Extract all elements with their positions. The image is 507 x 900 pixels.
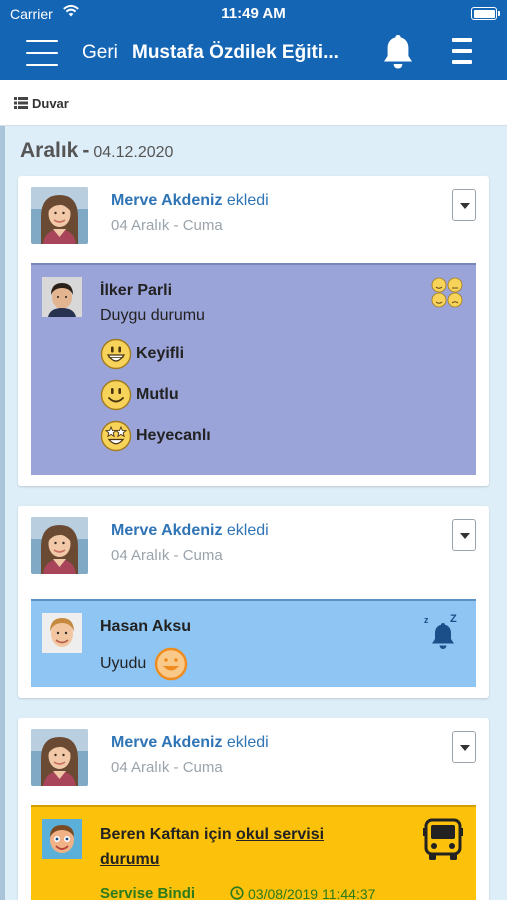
- clock: 11:49 AM: [221, 5, 286, 22]
- mood-label: Heyecanlı: [136, 427, 211, 444]
- post-date: 04 Aralık - Cuma: [111, 759, 223, 776]
- post-card: Merve Akdeniz ekledi 04 Aralık - Cuma İl…: [18, 176, 489, 486]
- grin-face-icon: [100, 338, 132, 370]
- more-options-icon[interactable]: [452, 38, 472, 68]
- side-rail: [0, 126, 5, 900]
- menu-icon[interactable]: [26, 40, 58, 66]
- moods-icon: [431, 277, 463, 308]
- teacher-avatar: [31, 729, 88, 786]
- author-name[interactable]: Merve Akdeniz: [111, 192, 222, 209]
- post-action: ekledi: [226, 734, 269, 751]
- post-options-dropdown[interactable]: [452, 731, 476, 763]
- notification-bell-icon[interactable]: [381, 32, 415, 72]
- status-bar: Carrier 11:49 AM: [0, 0, 507, 28]
- date-separator: -: [82, 139, 90, 162]
- teacher-avatar: [31, 517, 88, 574]
- sleep-panel: Hasan Aksu Uyudu z Z: [31, 599, 476, 687]
- child-avatar: [42, 277, 82, 317]
- sleep-bell-icon: z Z: [424, 613, 457, 649]
- bus-timestamp: 03/08/2019 11:44:37: [248, 886, 376, 900]
- mood-label: Mutlu: [136, 386, 179, 403]
- svg-text:Z: Z: [450, 613, 457, 625]
- page-title: Mustafa Özdilek Eğiti...: [132, 42, 339, 63]
- post-card: Merve Akdeniz ekledi 04 Aralık - Cuma Ha…: [18, 506, 489, 698]
- top-nav-bar: Geri Mustafa Özdilek Eğiti...: [0, 28, 507, 80]
- author-name[interactable]: Merve Akdeniz: [111, 734, 222, 751]
- post-options-dropdown[interactable]: [452, 189, 476, 221]
- clock-icon: [230, 886, 244, 900]
- post-date: 04 Aralık - Cuma: [111, 217, 223, 234]
- month-label: Aralık: [20, 139, 79, 162]
- svg-text:z: z: [424, 615, 429, 625]
- child-name: Hasan Aksu: [100, 618, 191, 635]
- teacher-avatar: [31, 187, 88, 244]
- child-name: İlker Parli: [100, 282, 173, 299]
- child-name: Beren Kaftan için: [100, 826, 232, 843]
- wall-tab[interactable]: Duvar: [32, 96, 69, 111]
- back-button[interactable]: Geri: [82, 42, 118, 64]
- bus-status-heading: Beren Kaftan için okul servisi durumu: [100, 822, 370, 872]
- mood-label: Keyifli: [136, 345, 185, 362]
- mood-panel: İlker Parli Duygu durumu Keyifli Mutlu H…: [31, 263, 476, 475]
- bus-status-text: Servise Bindi: [100, 885, 196, 900]
- post-action: ekledi: [226, 192, 269, 209]
- smile-face-icon: [100, 379, 132, 411]
- author-name[interactable]: Merve Akdeniz: [111, 522, 222, 539]
- panel-subtitle: Duygu durumu: [100, 307, 205, 324]
- post-author-line: Merve Akdeniz ekledi: [111, 734, 269, 752]
- post-action: ekledi: [226, 522, 269, 539]
- date-section-header: Aralık -04.12.2020: [20, 139, 173, 163]
- star-eyes-face-icon: [100, 420, 132, 452]
- date-label: 04.12.2020: [93, 144, 174, 161]
- list-icon: [14, 97, 28, 109]
- wall-bar: Duvar: [0, 80, 507, 126]
- post-card: Merve Akdeniz ekledi 04 Aralık - Cuma Be…: [18, 718, 489, 900]
- bus-icon: [423, 818, 463, 860]
- status-text: Uyudu: [100, 655, 147, 672]
- battery-icon: [471, 7, 500, 20]
- post-author-line: Merve Akdeniz ekledi: [111, 192, 269, 210]
- school-bus-panel: Beren Kaftan için okul servisi durumu Se…: [31, 805, 476, 900]
- smile-outline-icon: [154, 647, 188, 681]
- post-options-dropdown[interactable]: [452, 519, 476, 551]
- child-avatar: [42, 613, 82, 653]
- post-date: 04 Aralık - Cuma: [111, 547, 223, 564]
- child-avatar: [42, 819, 82, 859]
- post-author-line: Merve Akdeniz ekledi: [111, 522, 269, 540]
